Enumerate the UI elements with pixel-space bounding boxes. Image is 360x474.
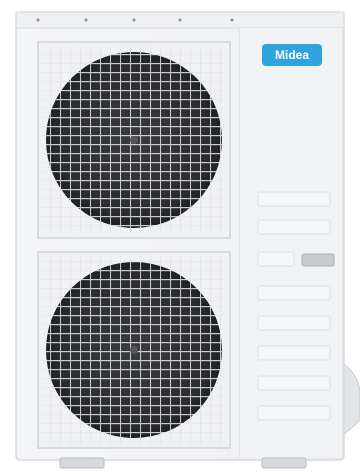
photo-scene: Midea [0, 0, 360, 474]
svg-text:Midea: Midea [275, 48, 309, 62]
upper-fan [37, 41, 231, 239]
side-panel [240, 28, 342, 458]
service-handle [301, 253, 335, 267]
ac-unit-illustration: Midea [0, 0, 360, 474]
brand-logo: Midea [262, 44, 322, 66]
lower-fan [37, 251, 231, 449]
